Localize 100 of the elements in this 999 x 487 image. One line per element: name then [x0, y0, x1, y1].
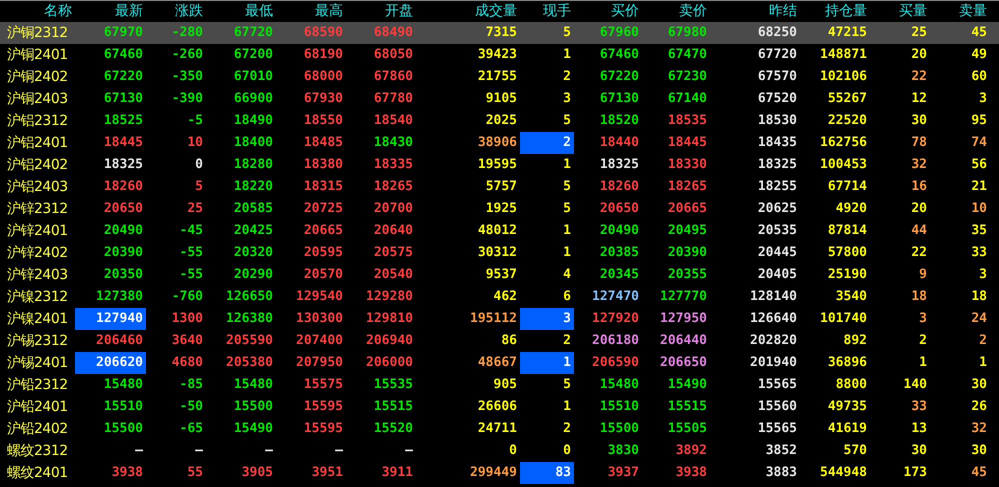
table-cell: 67130	[104, 92, 143, 106]
quote-row[interactable]: 沪铜2401 67460 -260 67200 68190 68050 39423 1 67460 67470 67720 148871 20 49	[0, 44, 999, 66]
quote-row[interactable]: 沪镍2312 127380 -760 126650 129540 129280 462 6 127470 127770 128140 3540 18 18	[0, 286, 999, 308]
table-cell: 67980	[668, 26, 707, 40]
table-cell: 20650	[600, 202, 639, 216]
table-cell: 20725	[304, 202, 343, 216]
table-cell: -55	[180, 246, 203, 260]
quote-row[interactable]: 沪铝2401 18445 10 18400 18485 18430 38906 2 18440 18445 18435 162756 78 74	[0, 132, 999, 154]
table-cell: 20585	[234, 202, 273, 216]
table-cell: 15490	[668, 378, 707, 392]
table-cell: 67960	[600, 26, 639, 40]
table-cell: 18325	[104, 158, 143, 172]
table-cell: -260	[172, 48, 203, 62]
quote-row[interactable]: 螺纹2312 — — — — — 0 0 3830 3892 3852 570 30 30	[0, 440, 999, 462]
table-cell: 195112	[470, 312, 517, 326]
quote-row[interactable]: 沪镍2401 127940 1300 126380 130300 129810 195112 3 127920 127950 126640 101740 3 24	[0, 308, 999, 330]
column-header[interactable]: 最高	[276, 1, 346, 22]
table-cell: 67930	[304, 92, 343, 106]
table-cell: 101740	[820, 312, 867, 326]
table-cell: 15575	[304, 378, 343, 392]
table-cell: 5	[563, 378, 571, 392]
contract-name: 沪镍2401	[6, 310, 69, 329]
contract-name: 沪锌2403	[6, 266, 69, 285]
column-header[interactable]: 最新	[75, 1, 146, 22]
table-cell: 5	[563, 114, 571, 128]
table-cell: 5757	[486, 180, 517, 194]
column-header[interactable]: 昨结	[710, 1, 800, 22]
table-cell: 67520	[758, 92, 797, 106]
table-cell: 3937	[608, 466, 639, 480]
table-cell: 2	[563, 334, 571, 348]
table-cell: 15480	[600, 378, 639, 392]
column-header[interactable]: 最低	[206, 1, 276, 22]
table-cell: 10	[971, 202, 987, 216]
table-cell: 36896	[828, 356, 867, 370]
table-cell: 2	[563, 70, 571, 84]
table-cell: 18440	[600, 136, 639, 150]
table-cell: 127950	[660, 312, 707, 326]
quote-row[interactable]: 沪锌2312 20650 25 20585 20725 20700 1925 5 20650 20665 20625 4920 20 10	[0, 198, 999, 220]
quote-row[interactable]: 沪铅2312 15480 -85 15480 15575 15535 905 5 15480 15490 15565 8800 140 30	[0, 374, 999, 396]
table-cell: 129280	[366, 290, 413, 304]
quote-row[interactable]: 沪锡2401 206620 4680 205380 207950 206000 48667 1 206590 206650 201940 36896 1 1	[0, 352, 999, 374]
table-cell: 2	[979, 334, 987, 348]
quote-row[interactable]: 沪锌2401 20490 -45 20425 20665 20640 48012 1 20490 20495 20535 87814 44 35	[0, 220, 999, 242]
contract-name: 沪铝2403	[6, 178, 69, 197]
table-cell: 18485	[304, 136, 343, 150]
table-cell: 127380	[96, 290, 143, 304]
table-cell: 5	[563, 180, 571, 194]
table-cell: -50	[180, 400, 203, 414]
contract-name: 沪锡2312	[6, 332, 69, 351]
quote-row[interactable]: 沪铜2403 67130 -390 66900 67930 67780 9105 3 67130 67140 67520 55267 12 3	[0, 88, 999, 110]
table-cell: 67220	[104, 70, 143, 84]
quote-row[interactable]: 沪铝2402 18325 0 18280 18380 18335 19595 1 18325 18330 18325 100453 32 56	[0, 154, 999, 176]
column-header[interactable]: 持仓量	[800, 1, 870, 22]
table-cell: 67460	[600, 48, 639, 62]
table-cell: 20490	[600, 224, 639, 238]
quote-row[interactable]: 沪铅2401 15510 -50 15500 15595 15515 26606 1 15510 15515 15560 49735 33 26	[0, 396, 999, 418]
table-cell: 5	[563, 202, 571, 216]
table-cell: 41619	[828, 422, 867, 436]
quote-row[interactable]: 沪锌2402 20390 -55 20320 20595 20575 30312 1 20385 20390 20445 57800 22 33	[0, 242, 999, 264]
table-cell: 60	[971, 70, 987, 84]
table-cell: 12	[911, 92, 927, 106]
table-cell: 22520	[828, 114, 867, 128]
table-cell: 20625	[758, 202, 797, 216]
table-cell: 67970	[104, 26, 143, 40]
quote-row[interactable]: 沪铅2402 15500 -65 15490 15595 15520 24711 2 15500 15505 15565 41619 13 32	[0, 418, 999, 440]
table-cell: 18265	[374, 180, 413, 194]
table-cell: 126380	[226, 312, 273, 326]
quote-row[interactable]: 沪铜2402 67220 -350 67010 68000 67860 21755 2 67220 67230 67570 102106 22 60	[0, 66, 999, 88]
table-cell: 207950	[296, 356, 343, 370]
column-header[interactable]: 涨跌	[146, 1, 206, 22]
table-cell: 173	[904, 466, 927, 480]
quote-row[interactable]: 沪铝2312 18525 -5 18490 18550 18540 2025 5 18520 18535 18530 22520 30 95	[0, 110, 999, 132]
table-cell: 20570	[304, 268, 343, 282]
table-cell: 33	[971, 246, 987, 260]
quote-row[interactable]: 沪铜2312 67970 -280 67720 68590 68490 7315 5 67960 67980 68250 47215 25 45	[0, 22, 999, 44]
quote-row[interactable]: 沪锡2312 206460 3640 205590 207400 206940 86 2 206180 206440 202820 892 2 2	[0, 330, 999, 352]
column-header[interactable]: 开盘	[346, 1, 416, 22]
quote-row[interactable]: 螺纹2401 3938 55 3905 3951 3911 299449 83 3937 3938 3883 544948 173 45	[0, 462, 999, 484]
column-header[interactable]: 卖价	[642, 1, 710, 22]
column-header[interactable]: 卖量	[930, 1, 990, 22]
table-cell: 15565	[758, 422, 797, 436]
table-cell: 67720	[758, 48, 797, 62]
table-cell: 57800	[828, 246, 867, 260]
column-header[interactable]: 成交量	[416, 1, 520, 22]
quote-row[interactable]: 沪锌2403 20350 -55 20290 20570 20540 9537 4 20345 20355 20405 25190 9 3	[0, 264, 999, 286]
table-cell: 18335	[374, 158, 413, 172]
table-cell: 3640	[172, 334, 203, 348]
table-cell: 68250	[758, 26, 797, 40]
table-cell: 15515	[374, 400, 413, 414]
table-cell: 20345	[600, 268, 639, 282]
table-cell: 26	[971, 400, 987, 414]
table-cell: 18520	[600, 114, 639, 128]
table-cell: 39423	[478, 48, 517, 62]
table-cell: 130300	[296, 312, 343, 326]
column-header[interactable]: 买量	[870, 1, 930, 22]
contract-name: 沪铅2312	[6, 376, 69, 395]
quote-row[interactable]: 沪铝2403 18260 5 18220 18315 18265 5757 5 18260 18265 18255 67714 16 21	[0, 176, 999, 198]
column-header[interactable]: 名称	[0, 1, 75, 22]
column-header[interactable]: 现手	[520, 1, 574, 22]
column-header[interactable]: 买价	[574, 1, 642, 22]
